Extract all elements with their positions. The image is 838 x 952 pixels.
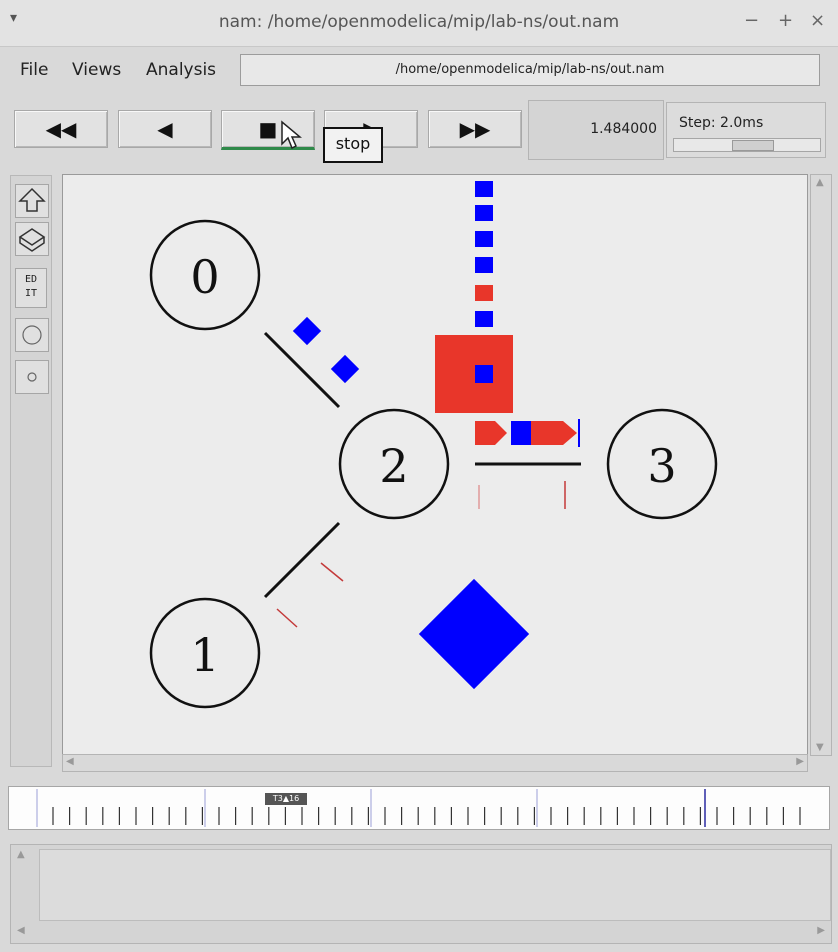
annotation-panel: ▲ ◀ ▶ [10,844,832,944]
close-button[interactable]: × [810,10,825,31]
trace-marker [276,608,298,628]
agent-tool-button[interactable] [15,360,49,394]
node-3[interactable]: 3 [606,408,718,520]
view-tool-button[interactable] [15,222,49,256]
canvas-vertical-scrollbar[interactable]: ▲ ▼ [810,174,832,756]
menu-views[interactable]: Views [72,60,121,80]
annotation-list[interactable] [39,849,831,921]
time-display: 1.484000 [528,100,664,160]
scroll-left-icon[interactable]: ◀ [17,925,25,936]
step-slider-thumb[interactable] [732,140,774,151]
queue-packet [475,285,493,301]
scroll-down-icon[interactable]: ▼ [816,742,824,753]
node-0-label: 0 [190,250,219,304]
up-arrow-icon [18,187,46,212]
node-2-label: 2 [379,439,408,493]
queue-packet [475,257,493,273]
queue-packet [475,181,493,197]
select-tool-button[interactable] [15,184,49,218]
minimize-button[interactable]: − [744,10,759,31]
small-circle-icon [27,372,37,382]
step-back-button[interactable]: ◀ [118,110,212,148]
packet-in-flight [475,421,507,445]
node-3-label: 3 [647,439,676,493]
network-canvas[interactable]: 0 1 2 3 [62,174,808,756]
title-bar: ▾ nam: /home/openmodelica/mip/lab-ns/out… [0,0,838,47]
edit-tool-button[interactable]: ED IT [15,268,47,308]
edit-icon: ED IT [24,274,38,299]
timeline-ticks [36,789,801,827]
queue-packet [475,231,493,247]
node-1[interactable]: 1 [149,597,261,709]
file-path-display: /home/openmodelica/mip/lab-ns/out.nam [240,54,820,86]
canvas-horizontal-scrollbar[interactable]: ◀ ▶ [62,754,808,772]
node-tool-button[interactable] [15,318,49,352]
scroll-right-icon[interactable]: ▶ [817,925,825,936]
menu-file[interactable]: File [20,60,48,80]
packet [292,316,322,346]
window-title: nam: /home/openmodelica/mip/lab-ns/out.n… [218,12,620,32]
circle-icon [22,325,42,345]
packet-in-flight [531,421,577,445]
queue-packet [475,365,493,383]
node-0[interactable]: 0 [149,219,261,331]
scroll-up-icon[interactable]: ▲ [816,177,824,188]
node-2[interactable]: 2 [338,408,450,520]
edit-toolbar: ED IT [10,175,52,767]
link-1-2 [263,521,341,599]
link-0-2 [263,331,341,409]
queue-packet [475,205,493,221]
current-time: 1.484000 [590,121,657,137]
trace-marker [320,562,344,582]
scroll-up-icon[interactable]: ▲ [17,849,25,860]
packet [330,354,360,384]
node-1-label: 1 [190,628,219,682]
packet-in-flight [511,421,531,445]
scroll-left-icon[interactable]: ◀ [66,756,74,767]
menu-analysis[interactable]: Analysis [146,60,216,80]
step-label: Step: 2.0ms [679,115,764,131]
maximize-button[interactable]: + [778,10,793,31]
timeline-marker[interactable]: T3▲16 [265,793,307,805]
step-slider[interactable] [673,138,821,152]
mouse-cursor-icon [281,120,302,150]
network-diagram: 0 1 2 3 [149,181,718,709]
stop-tooltip: stop [323,127,383,163]
packet [418,578,530,690]
dropped-packet [435,335,513,413]
queue-packet [475,311,493,327]
3d-view-icon [18,228,46,252]
fast-forward-button[interactable]: ▶▶ [428,110,522,148]
rewind-button[interactable]: ◀◀ [14,110,108,148]
scroll-right-icon[interactable]: ▶ [796,756,804,767]
timeline-slider[interactable]: T3▲16 [8,786,830,830]
step-control: Step: 2.0ms [666,102,826,158]
